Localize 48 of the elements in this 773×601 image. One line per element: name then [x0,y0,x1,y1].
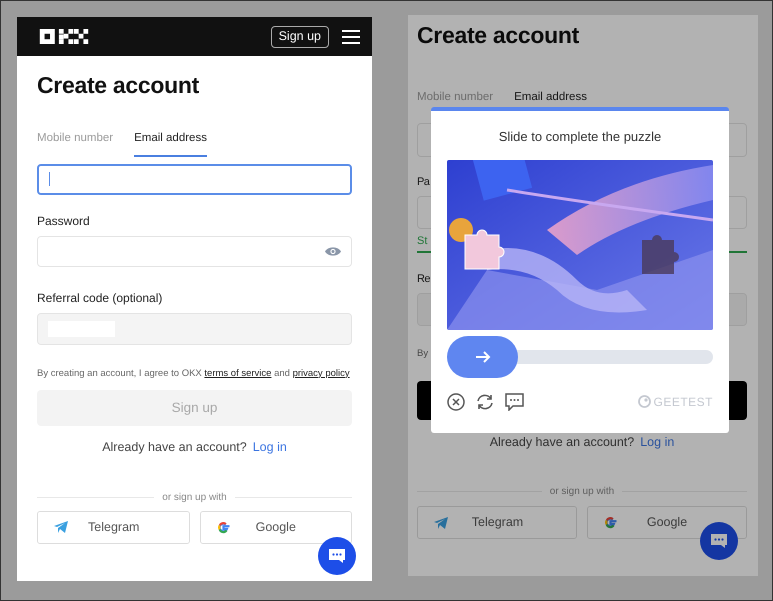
text-cursor [49,172,50,186]
brand-mark-icon [638,395,652,408]
chat-bubble-icon [328,548,346,564]
social-button[interactable]: Telegram [417,506,577,540]
terms-link[interactable]: terms of service [204,368,272,379]
privacy-link[interactable]: privacy policy [292,368,350,379]
login-link[interactable]: Log in [640,432,674,452]
eye-icon [325,246,341,257]
login-link[interactable]: Log in [252,438,287,456]
g-logo-icon [603,515,618,530]
field-label: Re [417,272,430,287]
refresh-button[interactable] [475,392,495,410]
paper-plane-icon [433,516,449,530]
slider[interactable] [447,336,713,378]
page-title: Create account [37,71,200,100]
chat-button[interactable] [700,522,738,560]
field-label: Referral code (optional) [37,290,164,307]
speech-bubble-icon [505,392,524,410]
tab[interactable]: Email address [134,130,207,157]
close-icon [447,392,465,410]
captcha-title: Slide to complete the puzzle [498,128,662,146]
field-label: Password [37,212,91,230]
input-field[interactable] [37,164,352,195]
terms-text: By creating an account, I agree to OKX terms of service and privacy policy [37,366,351,381]
feedback-button[interactable] [505,392,524,410]
social-button[interactable]: Telegram [37,510,190,544]
chat-button[interactable] [318,537,356,575]
brand-name: GEETEST [653,394,713,410]
menu-icon [342,28,360,44]
login-prompt: Already have an account? [102,438,247,456]
chat-bubble-icon [710,533,728,549]
strength-label: St [417,234,428,250]
page-title: Create account [417,21,580,50]
close-button[interactable] [447,392,465,410]
divider-label: or sign up with [550,485,614,500]
signup-button[interactable]: Sign up [270,26,329,48]
login-prompt: Already have an account? [490,434,634,451]
menu-button[interactable] [342,28,360,44]
divider-label: or sign up with [162,490,227,504]
social-button[interactable]: Google [200,510,352,544]
arrow-icon [474,350,490,362]
social-button[interactable]: Google [587,506,747,540]
field-label: Pa [417,174,430,190]
slider-handle[interactable] [447,336,518,378]
paper-plane-icon [53,520,69,534]
refresh-icon [475,392,495,410]
terms-text: By [417,347,428,362]
g-logo-icon [216,520,230,534]
